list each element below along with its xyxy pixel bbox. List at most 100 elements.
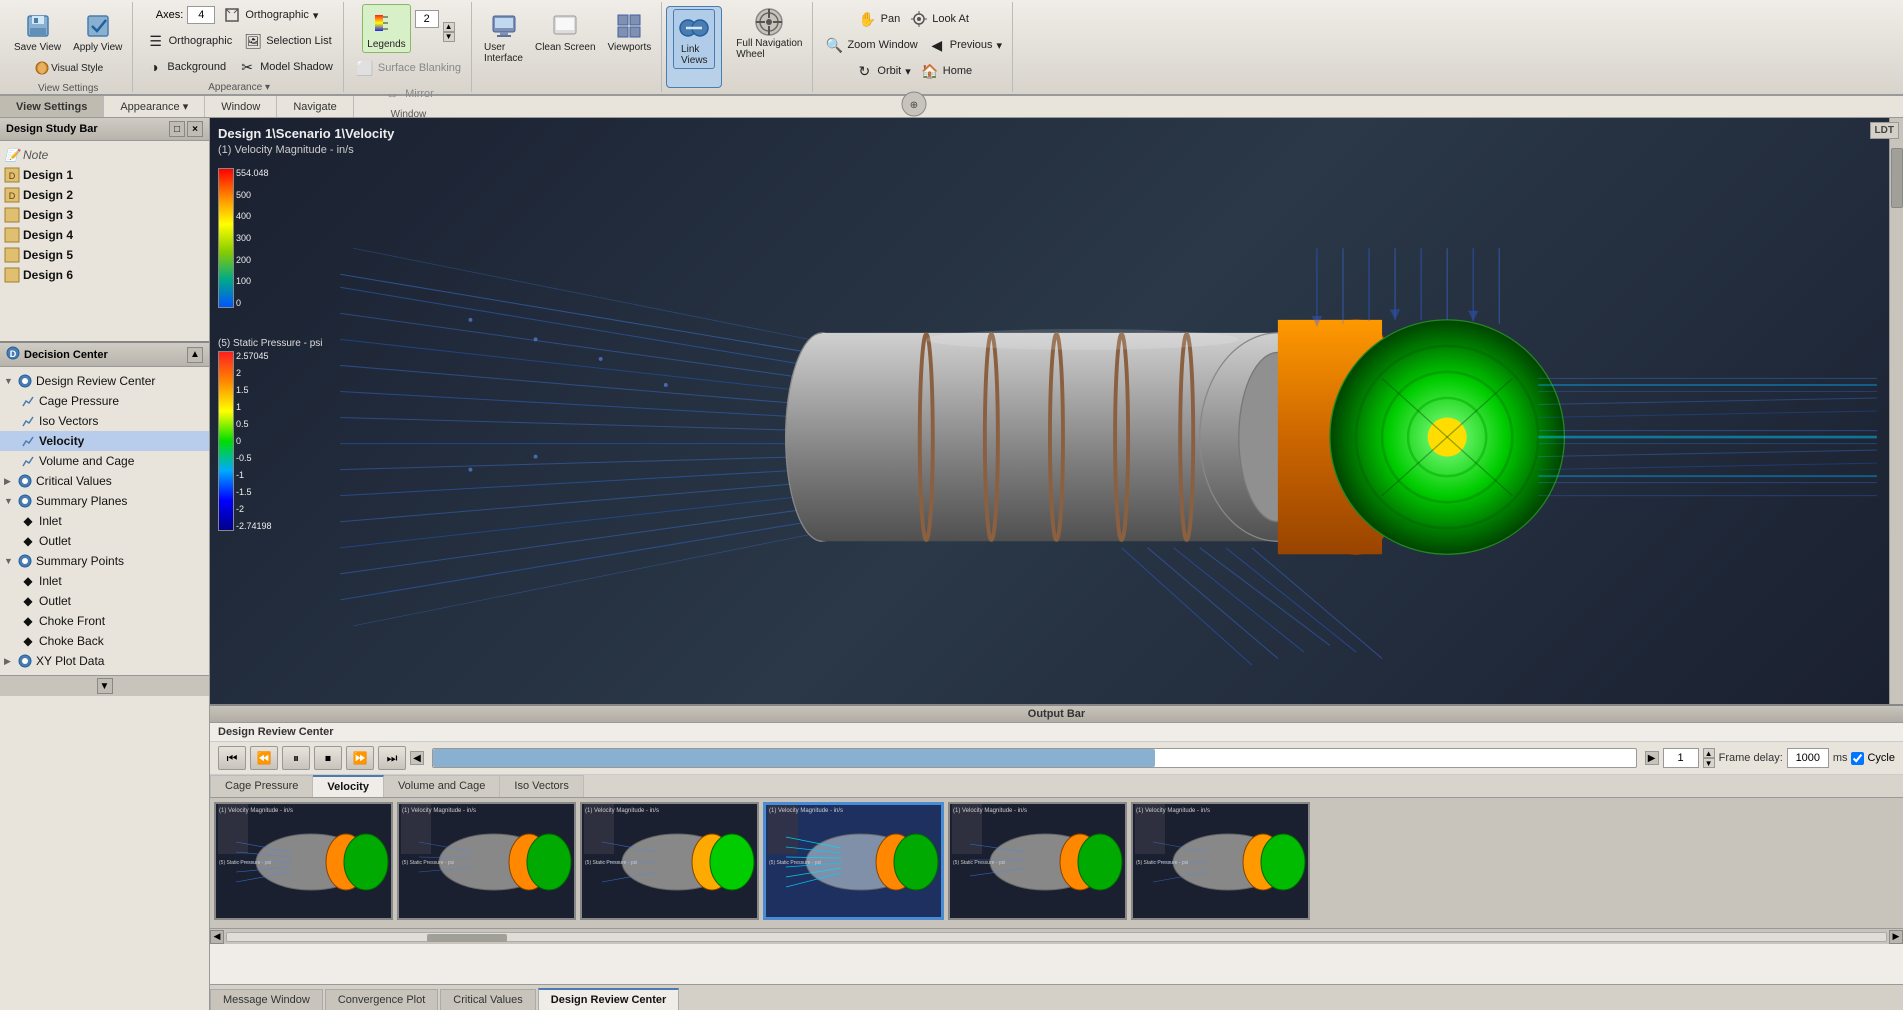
summary-points-item[interactable]: ▼ Summary Points (0, 551, 209, 571)
legends-down[interactable]: ▼ (443, 32, 455, 42)
volume-and-cage-item[interactable]: Volume and Cage (0, 451, 209, 471)
ribbon-appearance[interactable]: Appearance ▾ (104, 96, 205, 117)
playback-separator[interactable]: ◀ (410, 751, 424, 765)
outlet-point-item[interactable]: ◆ Outlet (0, 591, 209, 611)
choke-back-icon: ◆ (20, 633, 36, 649)
velocity-item[interactable]: Velocity (0, 431, 209, 451)
message-window-tab[interactable]: Message Window (210, 989, 323, 1010)
save-view-button[interactable]: Save View (10, 8, 65, 55)
legends-count-input[interactable] (415, 10, 439, 28)
home-button[interactable]: 🏠 Home (917, 60, 976, 82)
inlet-point-item[interactable]: ◆ Inlet (0, 571, 209, 591)
thumbnails-scrollbar-thumb[interactable] (427, 934, 507, 942)
pan-button[interactable]: ✋ Pan (855, 8, 905, 30)
ribbon-navigate[interactable]: Navigate (277, 96, 353, 117)
previous-button[interactable]: ◀ Previous ▾ (924, 34, 1006, 56)
design5-item[interactable]: Design 5 (0, 245, 209, 265)
orthographic-button[interactable]: Orthographic ▾ (219, 4, 322, 26)
frame-down-button[interactable]: ▼ (1703, 758, 1715, 768)
panel-float-button[interactable]: □ (169, 121, 185, 137)
design-review-center-bottom-tab[interactable]: Design Review Center (538, 988, 680, 1010)
viewports-button[interactable]: Viewports (604, 8, 656, 55)
thumbnail-6[interactable]: (1) Velocity Magnitude - in/s (5) Static… (1131, 802, 1310, 920)
mirror-button[interactable]: ⇔ Mirror (379, 83, 438, 105)
thumbnail-1[interactable]: (1) Velocity Magnitude - in/s (5) Static… (214, 802, 393, 920)
playback-progress[interactable] (432, 748, 1637, 768)
thumbnail-4[interactable]: (1) Velocity Magnitude - in/s (5) Static… (763, 802, 944, 920)
design6-item[interactable]: Design 6 (0, 265, 209, 285)
axes-input[interactable] (187, 6, 215, 24)
skip-back-button[interactable]: ⏮ (218, 746, 246, 770)
xy-plot-data-item[interactable]: ▶ XY Plot Data (0, 651, 209, 671)
ribbon-view-settings[interactable]: View Settings (0, 96, 104, 117)
viewport-scrollbar-thumb-right[interactable] (1891, 148, 1903, 208)
iso-vectors-item[interactable]: Iso Vectors (0, 411, 209, 431)
convergence-plot-tab[interactable]: Convergence Plot (325, 989, 438, 1010)
design-review-center-item[interactable]: ▼ Design Review Center (0, 371, 209, 391)
legends-up[interactable]: ▲ (443, 22, 455, 32)
cage-pressure-item[interactable]: Cage Pressure (0, 391, 209, 411)
decision-scroll-down[interactable]: ▼ (97, 678, 113, 694)
design3-item[interactable]: Design 3 (0, 205, 209, 225)
svg-text:D: D (9, 171, 16, 181)
appearance-mid-row: ☰ Orthographic 🖼 Selection List (143, 30, 336, 52)
choke-back-item[interactable]: ◆ Choke Back (0, 631, 209, 651)
critical-values-item[interactable]: ▶ Critical Values (0, 471, 209, 491)
surface-blanking-button[interactable]: ⬜ Surface Blanking (352, 57, 465, 79)
design2-item[interactable]: D Design 2 (0, 185, 209, 205)
full-nav-wheel-icon (753, 6, 785, 38)
ribbon-window[interactable]: Window (205, 96, 277, 117)
apply-view-button[interactable]: Apply View (69, 8, 126, 55)
choke-front-item[interactable]: ◆ Choke Front (0, 611, 209, 631)
stop-button[interactable]: ⏹ (314, 746, 342, 770)
scroll-left-button[interactable]: ◀ (210, 930, 224, 944)
frame-delay-input[interactable] (1787, 748, 1829, 768)
cage-pressure-tab[interactable]: Cage Pressure (210, 775, 313, 797)
velocity-tab[interactable]: Velocity (313, 775, 384, 797)
legend-velocity-content: 554.048 500 400 300 200 100 0 (218, 168, 269, 308)
note-item[interactable]: 📝 Note (0, 145, 209, 165)
pause-button[interactable]: ⏸ (282, 746, 310, 770)
viewports-icon (613, 10, 645, 42)
volume-cage-tab[interactable]: Volume and Cage (384, 775, 500, 797)
viewport[interactable]: Design 1\Scenario 1\Velocity (1) Velocit… (210, 118, 1903, 704)
viewport-scrollbar-right[interactable] (1889, 118, 1903, 704)
user-interface-button[interactable]: UserInterface (480, 8, 527, 66)
decision-scroll-up[interactable]: ▲ (187, 347, 203, 363)
design1-item[interactable]: D Design 1 (0, 165, 209, 185)
scroll-right-button[interactable]: ▶ (1889, 930, 1903, 944)
clean-screen-button[interactable]: Clean Screen (531, 8, 600, 55)
z-clip-button[interactable]: ✂ Model Shadow (234, 56, 337, 78)
critical-values-bottom-tab[interactable]: Critical Values (440, 989, 536, 1010)
decision-center-section: D Decision Center ▲ ▼ Design Review Cent… (0, 341, 209, 696)
model-shadow-button[interactable]: ◑ Background (141, 56, 230, 78)
look-at-button[interactable]: Look At (906, 8, 973, 30)
thumbnail-3[interactable]: (1) Velocity Magnitude - in/s (5) Static… (580, 802, 759, 920)
step-back-button[interactable]: ⏪ (250, 746, 278, 770)
visual-style-button[interactable]: Visual Style (28, 57, 108, 79)
full-nav-wheel-button[interactable]: Full NavigationWheel (732, 4, 806, 62)
selection-list-button[interactable]: ☰ Orthographic (143, 30, 237, 52)
frame-number-input[interactable] (1663, 748, 1699, 768)
thumbnail-5[interactable]: (1) Velocity Magnitude - in/s (5) Static… (948, 802, 1127, 920)
link-views-button[interactable]: LinkViews (673, 9, 715, 69)
step-forward-button[interactable]: ⏩ (346, 746, 374, 770)
background-button[interactable]: 🖼 Selection List (240, 30, 335, 52)
cycle-checkbox[interactable] (1851, 752, 1864, 765)
design4-item[interactable]: Design 4 (0, 225, 209, 245)
look-at-label: Look At (932, 13, 969, 25)
thumbnail-2[interactable]: (1) Velocity Magnitude - in/s (5) Static… (397, 802, 576, 920)
output-bar-header[interactable]: Output Bar (210, 706, 1903, 723)
inlet-plane-item[interactable]: ◆ Inlet (0, 511, 209, 531)
frame-up-button[interactable]: ▲ (1703, 748, 1715, 758)
thumbnails-scrollbar-track[interactable] (226, 932, 1887, 942)
playback-separator-right[interactable]: ▶ (1645, 751, 1659, 765)
panel-close-button[interactable]: × (187, 121, 203, 137)
orbit-button[interactable]: ↻ Orbit ▾ (851, 60, 914, 82)
outlet-plane-item[interactable]: ◆ Outlet (0, 531, 209, 551)
legends-button[interactable]: Legends (362, 4, 410, 53)
skip-forward-button[interactable]: ⏭ (378, 746, 406, 770)
summary-planes-item[interactable]: ▼ Summary Planes (0, 491, 209, 511)
zoom-window-button[interactable]: 🔍 Zoom Window (821, 34, 921, 56)
iso-vectors-tab[interactable]: Iso Vectors (500, 775, 583, 797)
